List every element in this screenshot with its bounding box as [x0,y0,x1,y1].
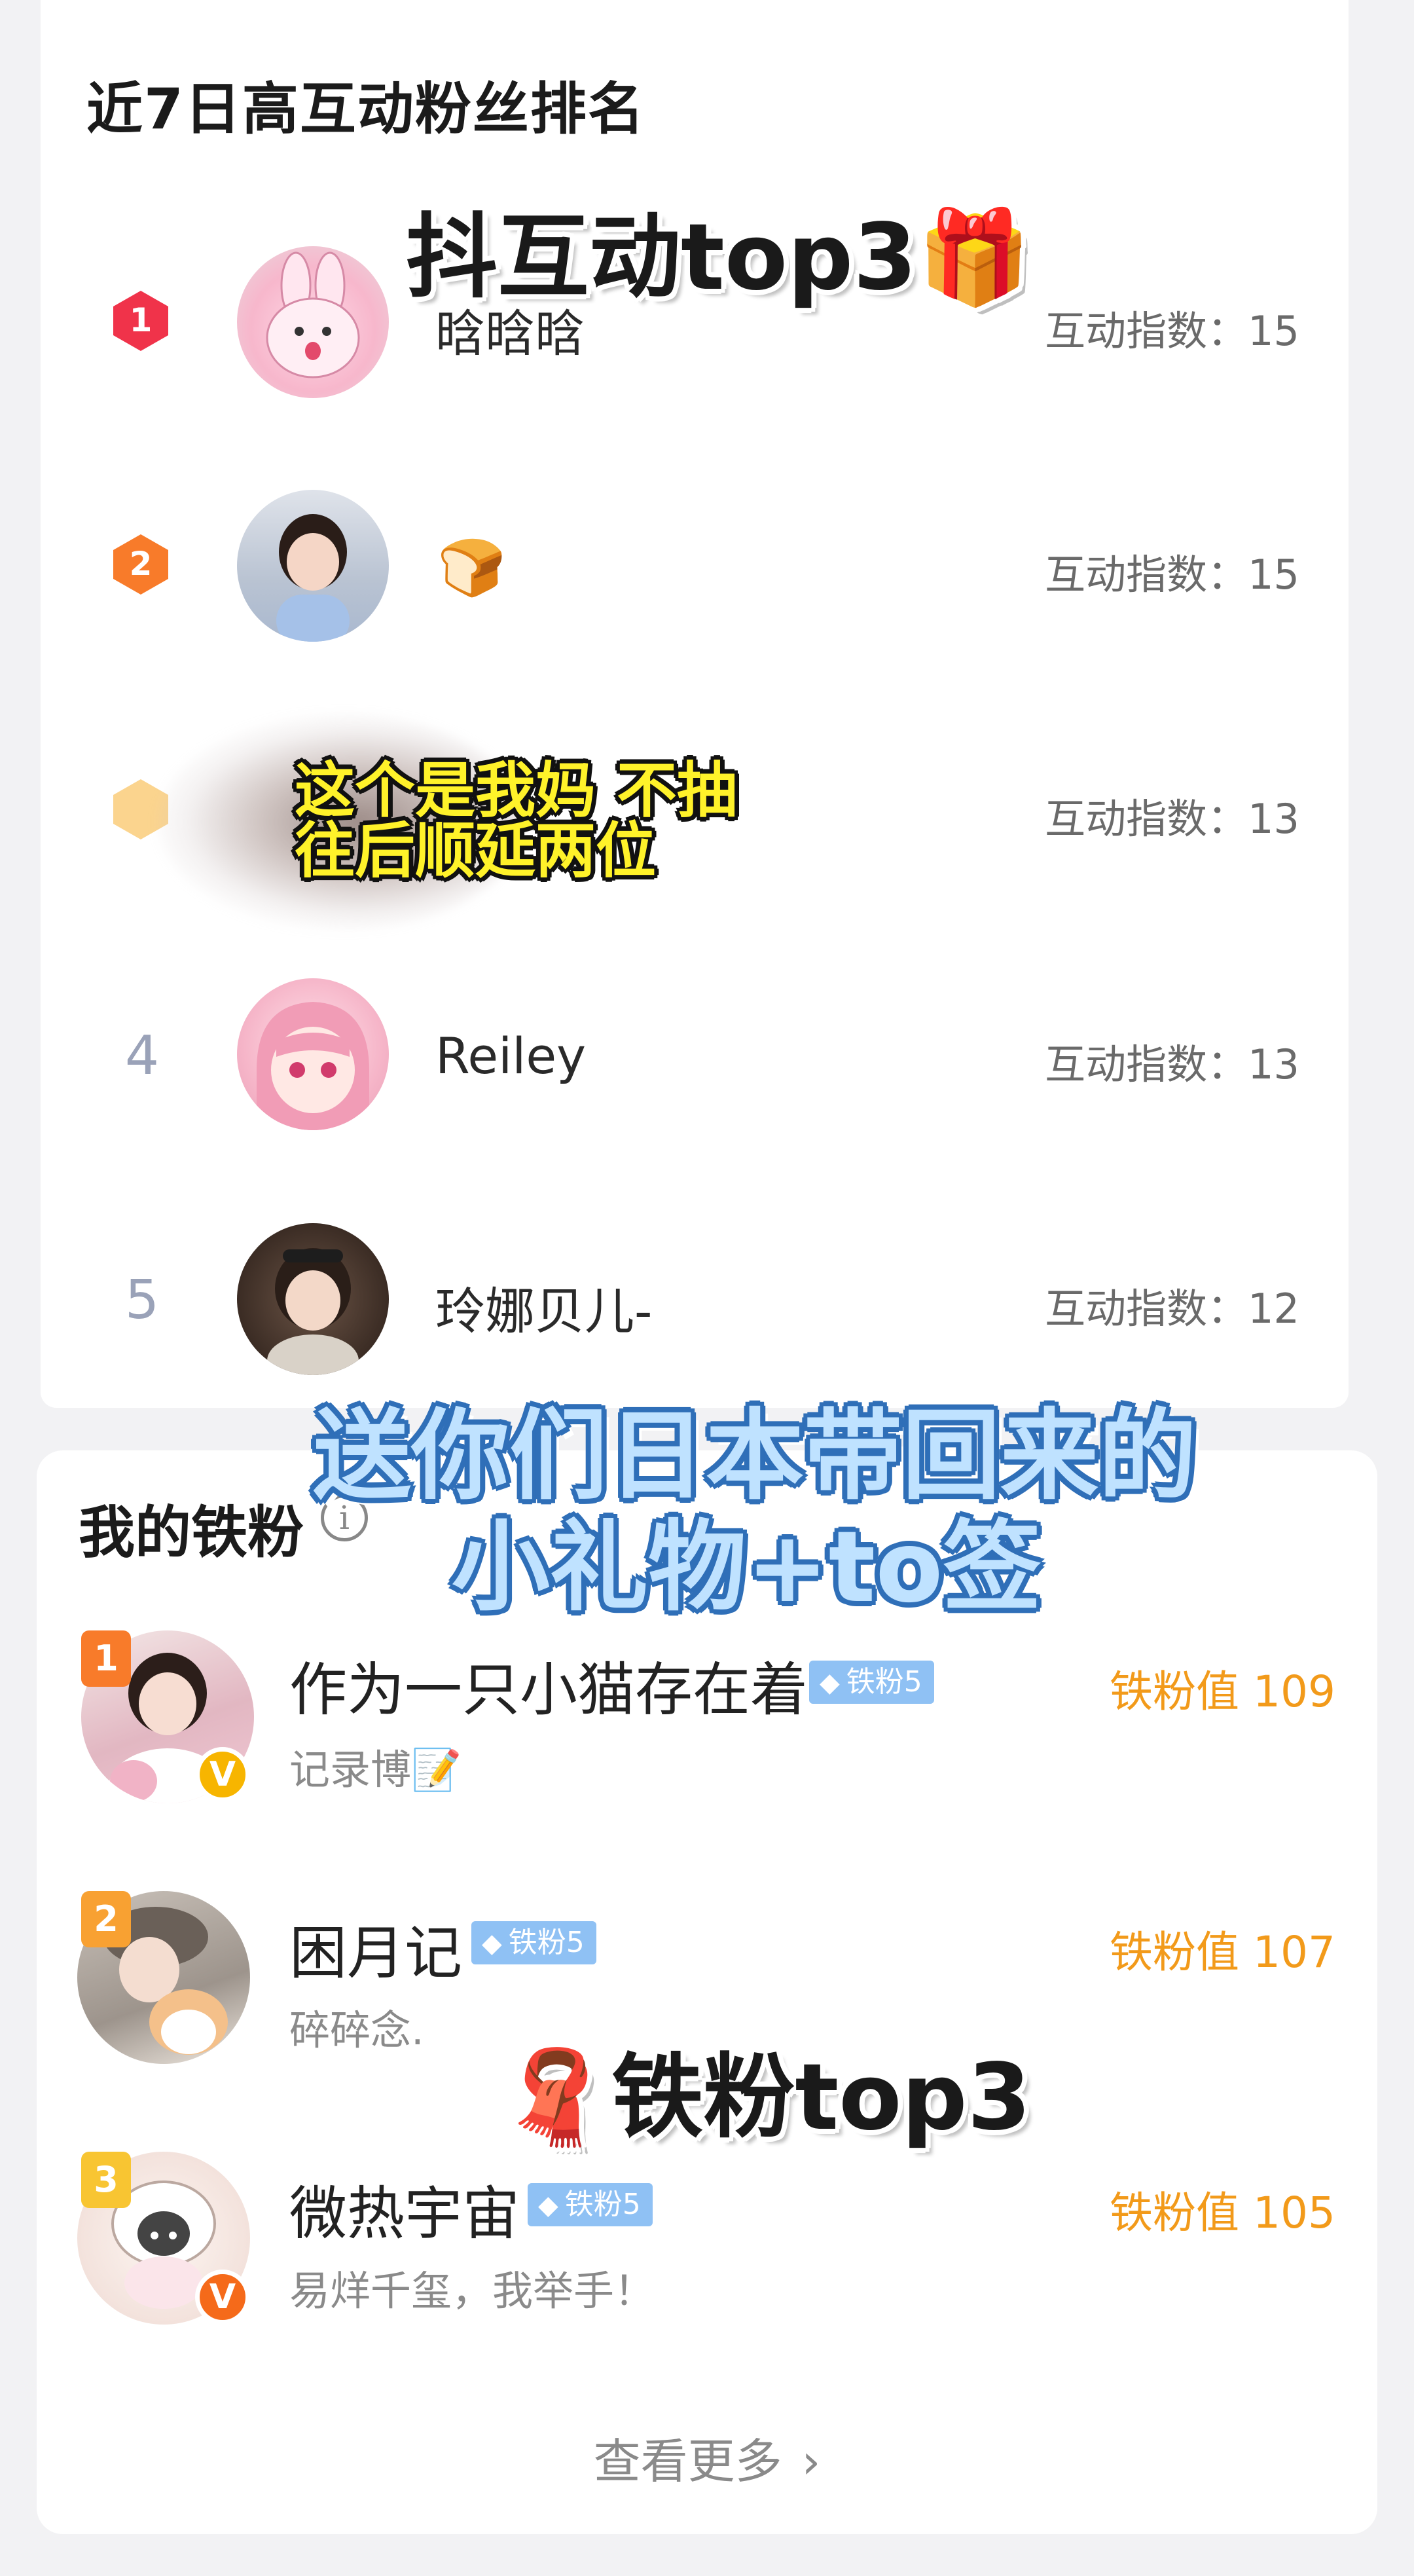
iron-fan-subtitle: 易烊千玺，我举手！ [289,2267,655,2315]
diamond-icon: ◆ [820,1668,840,1698]
iron-fan-name[interactable]: 作为一只小猫存在着 [289,1644,808,1727]
iron-fan-name[interactable]: 困月记 [289,1907,462,1990]
view-more-button[interactable]: 查看更多 › [0,2423,1414,2492]
interaction-score: 互动指数：13 [1045,795,1299,843]
note-sticker: 这个是我妈 不抽 往后顺延两位 [295,756,738,886]
iron-fan-name[interactable]: 微热宇宙 [289,2167,520,2251]
interaction-ranking-title: 近7日高互动粉丝排名 [86,77,645,142]
diamond-icon: ◆ [482,1928,502,1959]
anime-girl-avatar-icon [257,1002,369,1130]
rank-badge: 3 [81,2152,131,2208]
interaction-score: 互动指数：15 [1045,551,1299,598]
iron-fan-level-badge: ◆ 铁粉5 [471,1921,596,1964]
avatar[interactable] [237,490,389,642]
chevron-right-icon: › [801,2434,821,2489]
diamond-icon: ◆ [538,2190,558,2220]
top-caption-sticker: 抖互动top3🎁 [406,204,1032,311]
iron-fan-level-badge: ◆ 铁粉5 [809,1661,934,1704]
bunny-avatar-icon [266,251,360,378]
fan-name[interactable]: Reiley [435,1027,586,1085]
verified-badge-icon: V [195,2270,250,2325]
iron-fan-value: 铁粉值 105 [1110,2188,1335,2238]
rank-1-badge-icon: 1 [113,291,168,351]
iron-fans-title: 我的铁粉 [79,1500,304,1566]
svg-text:1: 1 [130,301,153,339]
rank-badge: 2 [81,1891,131,1947]
avatar[interactable] [237,246,389,398]
rank-number: 4 [124,1025,160,1087]
bottom-caption-sticker: 🧣铁粉top3 [498,2044,1032,2151]
rank-number: 5 [124,1269,160,1331]
fan-name[interactable]: 🍞 [437,536,506,600]
middle-caption-line2: 小礼物+to签 [452,1511,1042,1625]
avatar[interactable] [237,1223,389,1375]
verified-badge-icon: V [195,1747,250,1802]
interaction-score: 互动指数：12 [1045,1285,1299,1333]
iron-fan-subtitle: 记录博📝 [289,1746,462,1794]
iron-fan-subtitle: 碎碎念. [289,2006,424,2054]
rank-badge: 1 [81,1630,131,1687]
interaction-score: 互动指数：13 [1045,1040,1299,1088]
svg-text:2: 2 [130,545,153,583]
avatar[interactable] [237,978,389,1130]
fan-name[interactable]: 玲娜贝儿- [435,1271,652,1343]
iron-fan-value: 铁粉值 107 [1110,1927,1335,1978]
person-avatar-icon [276,514,350,642]
person-avatar-icon [267,1248,359,1375]
iron-fan-level-badge: ◆ 铁粉5 [528,2183,653,2226]
iron-fan-value: 铁粉值 109 [1110,1666,1335,1717]
rank-2-badge-icon: 2 [113,534,168,595]
interaction-score: 互动指数：15 [1045,307,1299,355]
